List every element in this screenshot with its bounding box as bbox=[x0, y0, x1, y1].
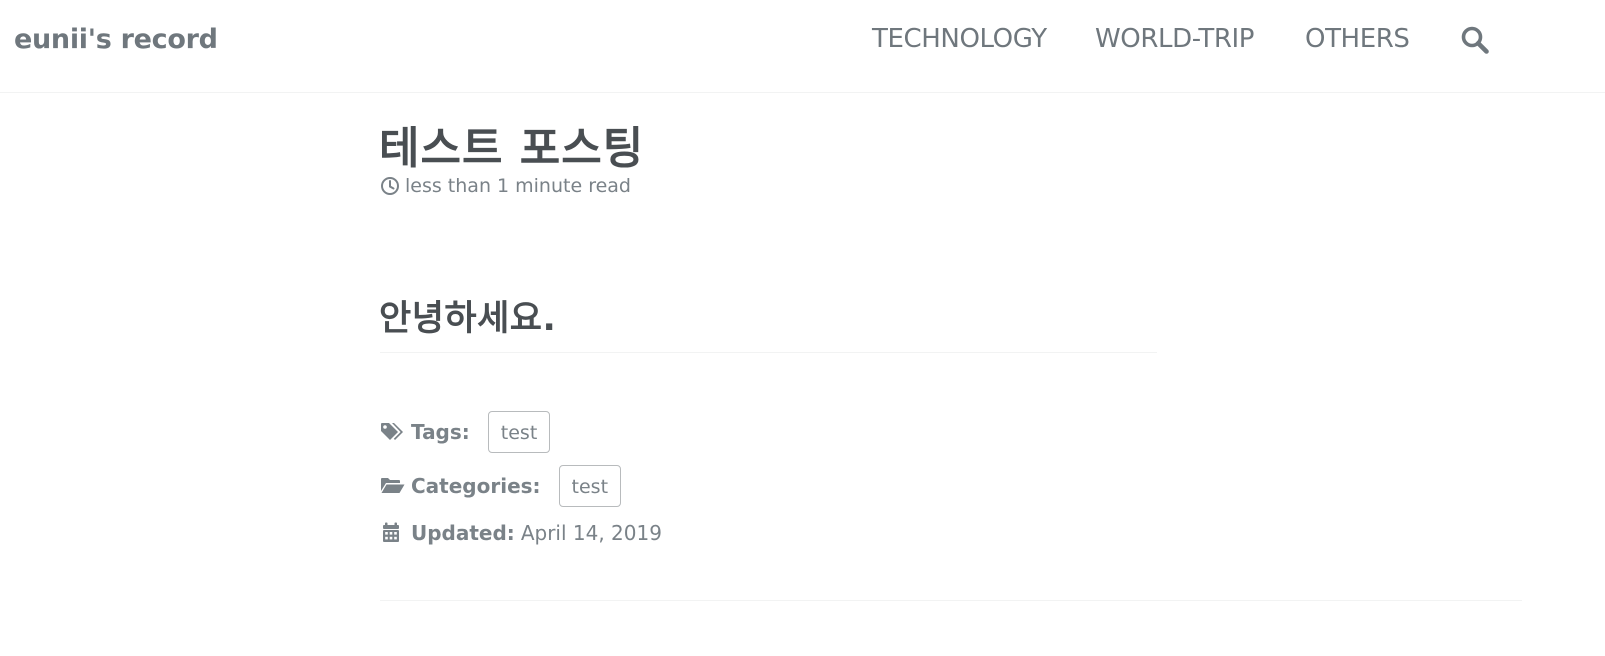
nav-link-technology[interactable]: TECHNOLOGY bbox=[872, 24, 1047, 54]
masthead: eunii's record TECHNOLOGY WORLD-TRIP OTH… bbox=[0, 0, 1605, 93]
footer-divider bbox=[380, 600, 1522, 601]
search-icon bbox=[1461, 26, 1489, 54]
calendar-icon bbox=[380, 522, 406, 544]
nav-link-world-trip[interactable]: WORLD-TRIP bbox=[1095, 24, 1254, 54]
read-time: less than 1 minute read bbox=[380, 175, 631, 197]
updated-date: April 14, 2019 bbox=[520, 521, 662, 545]
page-title: 테스트 포스팅 bbox=[379, 123, 645, 174]
tags-row: Tags: test bbox=[380, 410, 551, 454]
nav-link-others[interactable]: OTHERS bbox=[1305, 24, 1410, 54]
tag-link-test[interactable]: test bbox=[487, 411, 551, 453]
tags-icon bbox=[380, 421, 406, 443]
tags-label: Tags: bbox=[411, 420, 470, 444]
updated-label: Updated: bbox=[411, 521, 515, 545]
categories-row: Categories: test bbox=[380, 464, 622, 508]
read-time-text: less than 1 minute read bbox=[405, 175, 631, 197]
search-button[interactable] bbox=[1460, 25, 1492, 57]
categories-label: Categories: bbox=[411, 474, 541, 498]
category-link-test[interactable]: test bbox=[558, 465, 622, 507]
site-title-link[interactable]: eunii's record bbox=[14, 24, 218, 55]
clock-icon bbox=[381, 177, 399, 195]
heading-divider bbox=[380, 352, 1157, 353]
content-heading: 안녕하세요. bbox=[379, 299, 557, 339]
folder-open-icon bbox=[380, 475, 406, 497]
updated-row: Updated: April 14, 2019 bbox=[380, 518, 662, 548]
